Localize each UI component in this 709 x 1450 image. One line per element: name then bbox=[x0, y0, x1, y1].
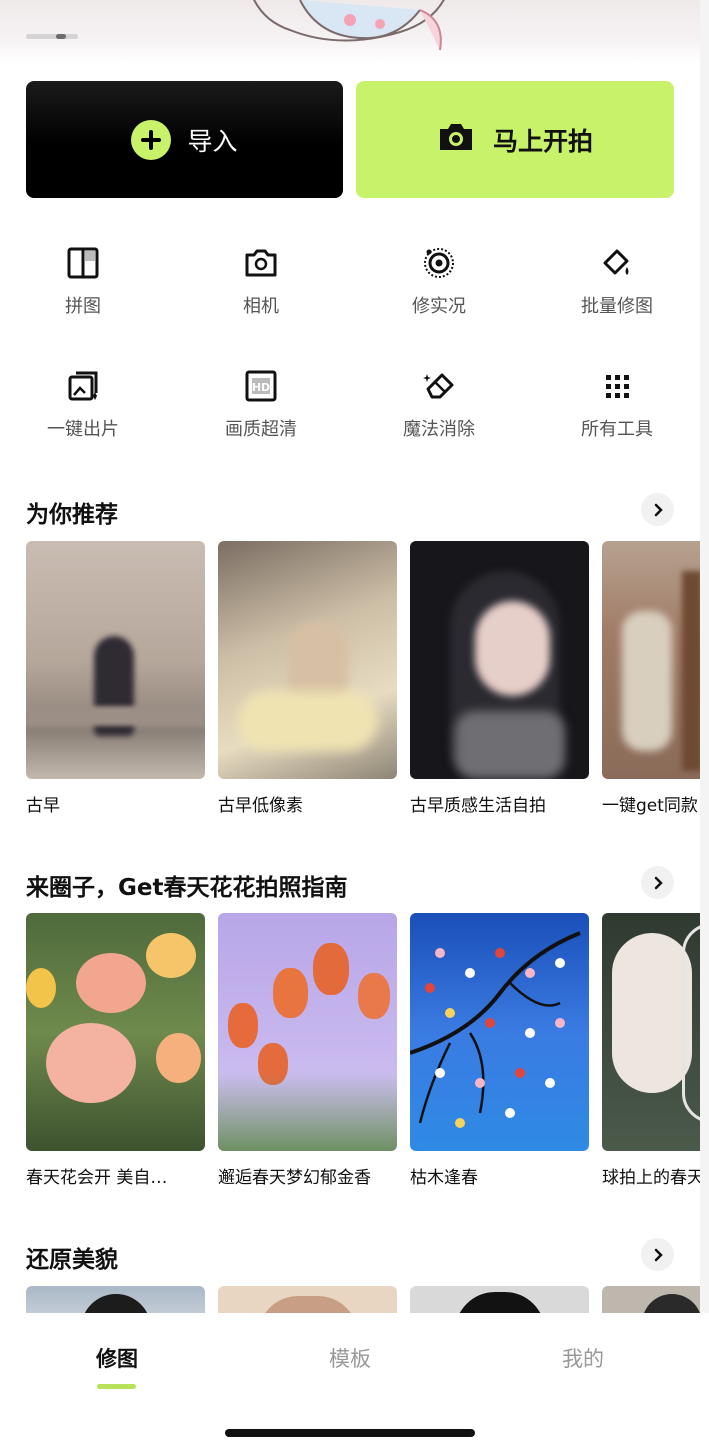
plus-icon bbox=[131, 119, 172, 160]
section-title-recommended: 为你推荐 bbox=[26, 502, 118, 528]
scroll-edge bbox=[700, 0, 709, 1450]
section-title-restore: 还原美貌 bbox=[26, 1247, 118, 1273]
community-card[interactable]: 球拍上的春天 bbox=[602, 913, 709, 1188]
chevron-right-icon bbox=[654, 876, 663, 889]
community-card[interactable]: 邂逅春天梦幻郁金香 bbox=[218, 913, 397, 1188]
active-tab-indicator bbox=[97, 1384, 136, 1389]
shoot-now-label: 马上开拍 bbox=[492, 126, 593, 156]
community-card[interactable]: 春天花会开 美自… bbox=[26, 913, 205, 1188]
live-photo-icon bbox=[424, 248, 454, 278]
camera-icon bbox=[437, 121, 475, 159]
card-image bbox=[410, 1286, 589, 1316]
tool-hd[interactable]: HD 画质超清 bbox=[191, 369, 331, 469]
banner-illustration bbox=[253, 0, 445, 51]
restore-card[interactable] bbox=[218, 1286, 397, 1316]
card-image bbox=[602, 913, 709, 1151]
card-caption: 一键get同款 bbox=[602, 796, 698, 816]
recommend-card[interactable]: 一键get同款 bbox=[602, 541, 709, 816]
shoot-now-button[interactable]: 马上开拍 bbox=[356, 81, 674, 198]
tool-label: 拼图 bbox=[65, 296, 101, 317]
section-more-button[interactable] bbox=[641, 493, 674, 526]
card-image bbox=[26, 1286, 205, 1316]
camera-icon bbox=[245, 249, 277, 277]
tool-label: 所有工具 bbox=[581, 419, 653, 440]
section-more-button[interactable] bbox=[641, 1238, 674, 1271]
card-caption: 球拍上的春天 bbox=[602, 1168, 704, 1188]
tool-label: 修实况 bbox=[412, 296, 466, 317]
tool-label: 批量修图 bbox=[581, 296, 653, 317]
tool-magic-eraser[interactable]: 魔法消除 bbox=[369, 369, 509, 469]
import-button[interactable]: 导入 bbox=[26, 81, 343, 198]
section-title-spring: 来圈子，Get春天花花拍照指南 bbox=[26, 875, 348, 901]
tool-one-tap-photo[interactable]: 一键出片 bbox=[13, 369, 153, 469]
card-image bbox=[410, 541, 589, 779]
hd-icon: HD bbox=[245, 370, 277, 402]
recommend-card[interactable]: 古早质感生活自拍 bbox=[410, 541, 589, 816]
top-banner[interactable] bbox=[0, 0, 709, 64]
card-caption: 春天花会开 美自… bbox=[26, 1168, 168, 1188]
card-caption: 邂逅春天梦幻郁金香 bbox=[218, 1168, 371, 1188]
card-image bbox=[26, 913, 205, 1151]
chevron-right-icon bbox=[654, 503, 663, 516]
tool-live-photo[interactable]: 修实况 bbox=[369, 246, 509, 346]
grid-dots-icon bbox=[606, 375, 629, 398]
batch-edit-icon bbox=[603, 249, 629, 275]
home-screen: 导入 马上开拍 拼图 相机 修实况 批量修图 一键出片 HD 画质超清 魔法消除… bbox=[0, 0, 709, 1450]
card-image bbox=[218, 913, 397, 1151]
card-image bbox=[602, 541, 709, 779]
tool-label: 画质超清 bbox=[225, 419, 297, 440]
card-caption: 古早低像素 bbox=[218, 796, 303, 816]
card-caption: 古早质感生活自拍 bbox=[410, 796, 546, 816]
eraser-icon bbox=[423, 373, 454, 399]
tab-templates[interactable]: 模板 bbox=[290, 1343, 410, 1373]
card-caption: 古早 bbox=[26, 796, 60, 816]
svg-text:HD: HD bbox=[252, 381, 270, 394]
tool-camera[interactable]: 相机 bbox=[191, 246, 331, 346]
tab-mine[interactable]: 我的 bbox=[523, 1343, 643, 1373]
recommend-card[interactable]: 古早低像素 bbox=[218, 541, 397, 816]
recommend-card[interactable]: 古早 bbox=[26, 541, 205, 816]
community-card[interactable]: 枯木逢春 bbox=[410, 913, 589, 1188]
import-label: 导入 bbox=[187, 126, 238, 156]
tool-label: 相机 bbox=[243, 296, 279, 317]
tool-collage[interactable]: 拼图 bbox=[13, 246, 153, 346]
restore-card[interactable] bbox=[602, 1286, 709, 1316]
card-image bbox=[218, 541, 397, 779]
tab-edit[interactable]: 修图 bbox=[57, 1343, 177, 1373]
home-indicator[interactable] bbox=[225, 1429, 475, 1437]
card-image bbox=[602, 1286, 709, 1316]
card-image bbox=[26, 541, 205, 779]
card-image bbox=[218, 1286, 397, 1316]
one-tap-photo-icon bbox=[68, 371, 98, 401]
restore-card[interactable] bbox=[26, 1286, 205, 1316]
card-image bbox=[410, 913, 589, 1151]
card-caption: 枯木逢春 bbox=[410, 1168, 478, 1188]
tool-label: 一键出片 bbox=[47, 419, 119, 440]
tool-all-tools[interactable]: 所有工具 bbox=[547, 369, 687, 469]
restore-card[interactable] bbox=[410, 1286, 589, 1316]
tool-batch-edit[interactable]: 批量修图 bbox=[547, 246, 687, 346]
collage-icon bbox=[67, 247, 99, 279]
tool-label: 魔法消除 bbox=[403, 419, 475, 440]
section-more-button[interactable] bbox=[641, 866, 674, 899]
banner-page-indicator bbox=[26, 34, 78, 39]
chevron-right-icon bbox=[654, 1248, 663, 1261]
